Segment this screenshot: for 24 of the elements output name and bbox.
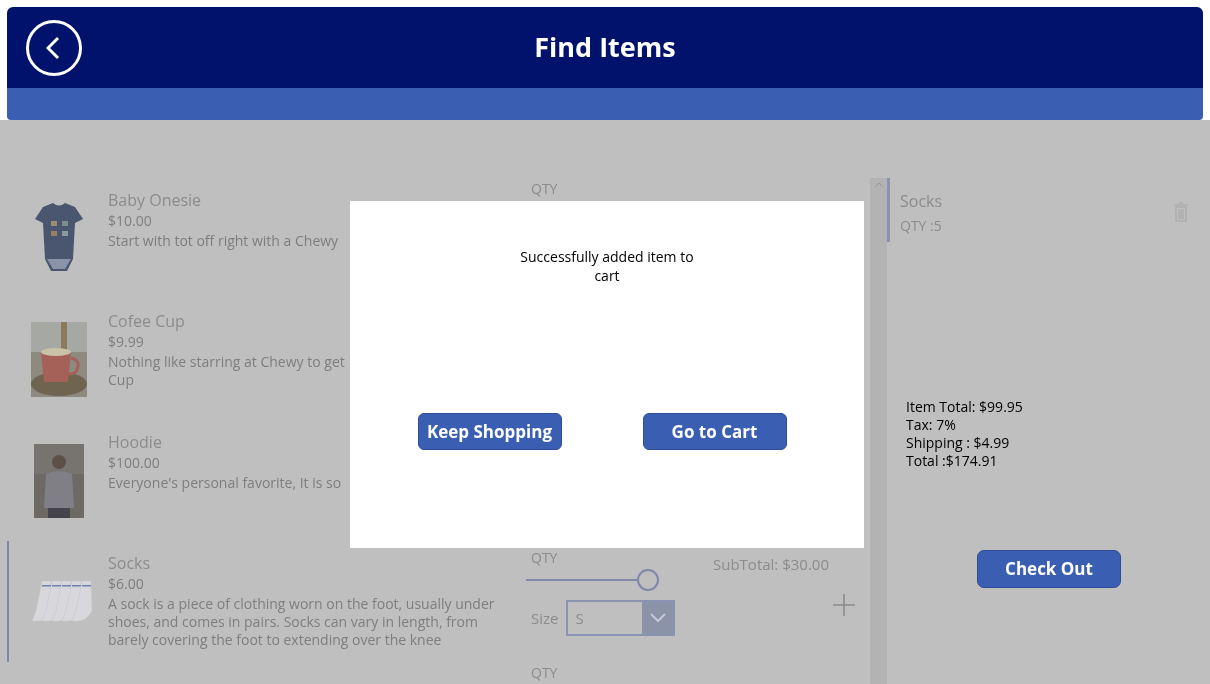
item-description: A sock is a piece of clothing worn on the foot, usually under shoes, and comes in pairs. Socks can vary in length, from barely covering the foot to extending over the knee [108,595,495,649]
dialog-button[interactable]: Keep Shopping [417,413,562,450]
total-line: Shipping : $4.99 [906,434,1010,452]
total-line: Item Total: $99.95 [906,398,1023,416]
qty-slider[interactable] [526,568,660,592]
scrollbar[interactable] [870,178,887,684]
scroll-up-icon[interactable] [873,182,884,188]
item-description: Start with tot off right with a Chewy [108,232,339,250]
dialog-button[interactable]: Go to Cart [642,413,787,450]
checkout-button[interactable]: Check Out [977,550,1121,588]
item-description: Nothing like starring at Chewy to get Cup [108,353,345,389]
item-price: $10.00 [108,210,152,232]
dialog-message: Successfully added item to cart [519,247,695,285]
chevron-down-icon [649,613,666,623]
add-icon[interactable] [833,594,855,616]
total-line: Total :$174.91 [906,452,998,470]
chevron-left-icon [45,35,60,60]
total-line: Tax: 7% [906,416,956,434]
item-price: $100.00 [108,452,160,474]
item-description: Everyone's personal favorite, It is so [108,474,342,492]
item-price: $6.00 [108,573,144,595]
item-price: $9.99 [108,331,144,353]
back-button[interactable] [26,19,82,76]
page-title: Find Items [534,27,676,68]
